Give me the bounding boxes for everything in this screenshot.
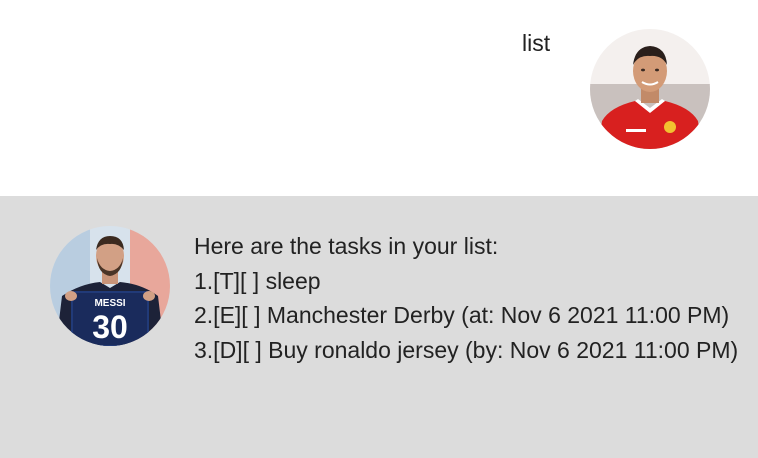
bot-message-header: Here are the tasks in your list: xyxy=(194,233,499,259)
task-item: 3.[D][ ] Buy ronaldo jersey (by: Nov 6 2… xyxy=(194,336,739,363)
bot-message-text: Here are the tasks in your list: 1.[T][ … xyxy=(194,229,750,367)
user-avatar-image xyxy=(590,29,710,149)
chat-window: list MESSI 30 Here are the tasks in your… xyxy=(0,0,758,458)
jersey-name-text: MESSI xyxy=(94,298,125,309)
user-avatar-icon xyxy=(590,29,710,149)
task-item: 1.[T][ ] sleep xyxy=(194,267,321,294)
bot-avatar-icon: MESSI 30 xyxy=(50,226,170,346)
jersey-number-text: 30 xyxy=(92,309,128,345)
user-message-row: list xyxy=(0,0,758,196)
bot-message-row: MESSI 30 Here are the tasks in your list… xyxy=(0,196,758,458)
task-item: 2.[E][ ] Manchester Derby (at: Nov 6 202… xyxy=(194,302,730,328)
bot-avatar-image: MESSI 30 xyxy=(50,226,170,346)
user-message-text: list xyxy=(522,30,551,56)
